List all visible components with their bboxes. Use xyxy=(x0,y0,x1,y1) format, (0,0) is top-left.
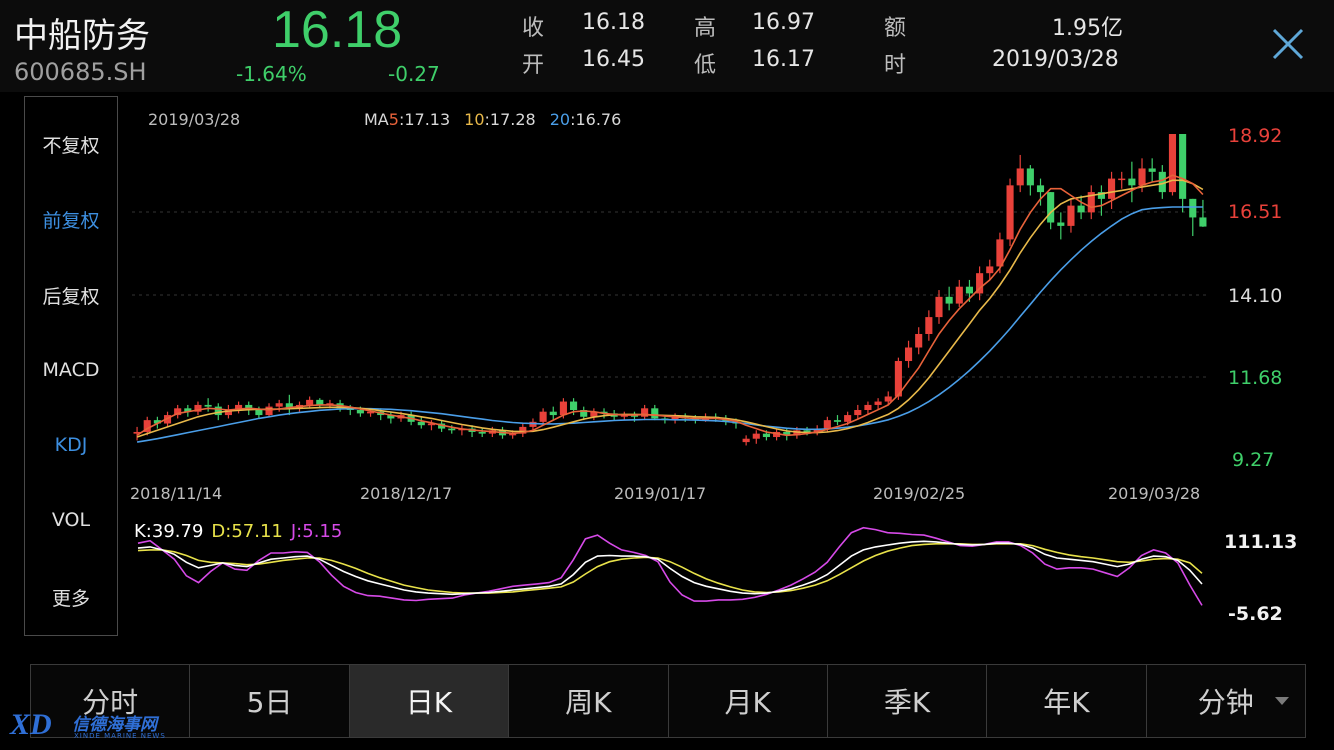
ma10-period: 10 xyxy=(464,110,484,129)
candle-body xyxy=(1189,198,1197,218)
ma20-value: :16.76 xyxy=(570,110,621,129)
tab-weekly-k[interactable]: 周K xyxy=(509,665,669,737)
ma-label: MA xyxy=(364,110,389,129)
candle-body xyxy=(255,410,263,416)
candle-body xyxy=(762,433,770,438)
candle-body xyxy=(306,399,314,405)
x-label-4: 2019/02/25 xyxy=(873,484,965,503)
ma5-line xyxy=(136,174,1204,437)
candle-body xyxy=(448,428,456,431)
candle-body xyxy=(935,296,943,318)
candle-body xyxy=(275,403,283,407)
candle-body xyxy=(204,404,212,407)
candle-body xyxy=(864,404,872,411)
x-label-2: 2018/12/17 xyxy=(360,484,452,503)
candle-body xyxy=(904,347,913,362)
candle-body xyxy=(742,438,750,443)
price-chart[interactable]: 2019/03/28 MA5:17.13 10:17.28 20:16.76 18.… xyxy=(0,0,1334,660)
logo-english: XINDE MARINE NEWS xyxy=(74,732,166,740)
y-label-2: 16.51 xyxy=(1228,201,1282,223)
candle-body xyxy=(1148,168,1156,172)
candle-body xyxy=(915,333,923,348)
candle-body xyxy=(1057,222,1065,226)
candle-body xyxy=(1128,178,1136,186)
tab-5day[interactable]: 5日 xyxy=(190,665,350,737)
candle-body xyxy=(833,420,842,422)
candle-body xyxy=(925,317,933,334)
candle-body xyxy=(356,410,364,414)
tab-minute[interactable]: 分钟 xyxy=(1147,665,1305,737)
ma-legend: MA5:17.13 10:17.28 20:16.76 xyxy=(364,110,621,129)
candle-body xyxy=(844,415,852,422)
candle-body xyxy=(752,433,760,439)
candle-body xyxy=(570,401,578,411)
candle-body xyxy=(1158,171,1166,193)
candle-body xyxy=(955,286,963,304)
candle-body xyxy=(1199,217,1207,227)
candle-body xyxy=(265,406,273,416)
kdj-j-label: J:5.15 xyxy=(290,521,342,542)
ma10-line xyxy=(136,179,1204,438)
tab-daily-k[interactable]: 日K xyxy=(349,665,510,737)
candle-body xyxy=(214,406,222,416)
period-tabs: 分时 5日 日K 周K 月K 季K 年K 分钟 xyxy=(30,664,1306,738)
ma10-value: :17.28 xyxy=(485,110,536,129)
logo-mark: XD xyxy=(10,708,52,741)
candle-body xyxy=(478,431,486,434)
candle-body xyxy=(539,411,547,422)
candle-body xyxy=(1179,134,1187,199)
candle-body xyxy=(823,420,831,429)
y-label-max: 18.92 xyxy=(1228,125,1282,147)
candle-body xyxy=(945,296,953,304)
ma20-period: 20 xyxy=(550,110,570,129)
candle-body xyxy=(1138,168,1146,186)
candle-body xyxy=(986,266,994,274)
candle-body xyxy=(1036,185,1045,193)
tab-yearly-k[interactable]: 年K xyxy=(987,665,1147,737)
candle-body xyxy=(884,396,892,402)
kdj-y-min: -5.62 xyxy=(1228,603,1283,625)
candle-body xyxy=(965,286,974,294)
candle-body xyxy=(1077,205,1085,213)
candle-body xyxy=(549,411,557,416)
candle-body xyxy=(651,408,659,419)
ma5-period: 5 xyxy=(389,110,399,129)
candle-body xyxy=(874,401,882,405)
x-label-1: 2018/11/14 xyxy=(130,484,222,503)
x-label-3: 2019/01/17 xyxy=(614,484,706,503)
candle-body xyxy=(1016,168,1024,186)
candle-body xyxy=(1026,168,1034,186)
candle-body xyxy=(1047,192,1055,223)
candle-body xyxy=(1168,134,1177,193)
chevron-down-icon xyxy=(1275,697,1289,705)
candle-body xyxy=(854,410,862,416)
x-label-5: 2019/03/28 xyxy=(1108,484,1200,503)
candle-body xyxy=(1006,185,1014,240)
y-label-4: 11.68 xyxy=(1228,367,1282,389)
chart-grid xyxy=(132,211,1208,378)
kdj-y-max: 111.13 xyxy=(1224,531,1297,553)
watermark-logo: XD 信德海事网 XINDE MARINE NEWS xyxy=(10,708,170,748)
candle-body xyxy=(417,421,425,426)
candle-body xyxy=(1067,205,1075,226)
kdj-d-label: D:57.11 xyxy=(211,521,282,542)
candle-body xyxy=(1118,178,1126,181)
y-label-3: 14.10 xyxy=(1228,285,1282,307)
y-label-min: 9.27 xyxy=(1232,449,1274,471)
chart-date: 2019/03/28 xyxy=(148,110,240,129)
tab-monthly-k[interactable]: 月K xyxy=(669,665,828,737)
candle-body xyxy=(1108,178,1116,199)
tab-minute-label: 分钟 xyxy=(1197,686,1254,719)
kdj-legend: K:39.79 D:57.11 J:5.15 xyxy=(134,521,342,542)
kdj-k-label: K:39.79 xyxy=(134,521,203,542)
ma5-value: :17.13 xyxy=(399,110,450,129)
candle-body xyxy=(559,401,567,416)
tab-quarterly-k[interactable]: 季K xyxy=(828,665,988,737)
